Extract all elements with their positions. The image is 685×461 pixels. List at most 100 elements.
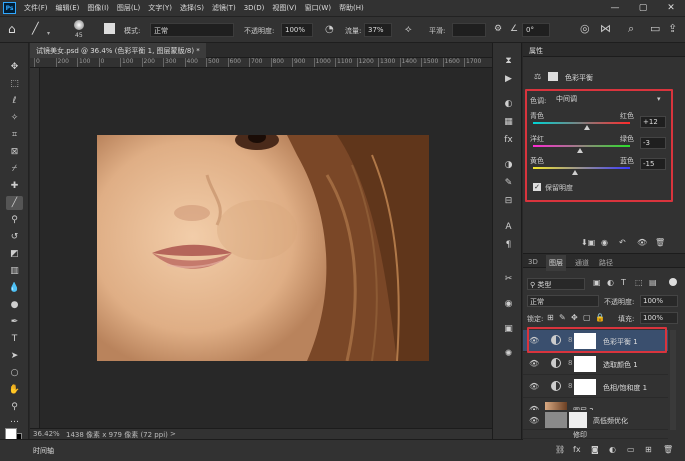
new-adjustment-icon[interactable]: ◐ (609, 445, 616, 454)
dodge-tool-icon[interactable]: ● (6, 298, 23, 312)
filter-adjust-icon[interactable]: ◐ (607, 278, 614, 287)
frame-tool-icon[interactable]: ⊠ (6, 145, 23, 159)
layer-thumbnail[interactable] (545, 412, 567, 428)
layer-mask-thumbnail[interactable] (569, 412, 587, 428)
menu-file[interactable]: 文件(F) (24, 3, 48, 13)
styles-panel-icon[interactable]: fx (502, 134, 515, 147)
opacity-field[interactable]: 100% (281, 23, 313, 37)
paragraph-panel-icon[interactable]: ¶ (502, 239, 515, 252)
search-icon[interactable]: ⌕ (628, 22, 634, 36)
shape-tool-icon[interactable]: ○ (6, 366, 23, 380)
visibility-icon[interactable]: 👁 (637, 238, 647, 247)
info-panel-icon[interactable]: ◉ (502, 298, 515, 311)
workspace-icon[interactable]: ▭ (650, 22, 660, 35)
tab-layers[interactable]: 图层 (546, 255, 566, 271)
menu-window[interactable]: 窗口(W) (305, 3, 331, 13)
pen-tool-icon[interactable]: ✒ (6, 315, 23, 329)
layer-name[interactable]: 选取颜色 1 (603, 360, 638, 370)
path-select-icon[interactable]: ➤ (6, 349, 23, 363)
document-image[interactable] (97, 135, 429, 361)
mask-icon[interactable] (548, 72, 558, 81)
filter-shape-icon[interactable]: ⬚ (635, 278, 643, 287)
history-brush-icon[interactable]: ↺ (6, 230, 23, 244)
reset-icon[interactable]: ↶ (619, 238, 626, 247)
view-previous-icon[interactable]: ◉ (601, 238, 608, 247)
menu-help[interactable]: 帮助(H) (339, 3, 364, 13)
delete-icon[interactable]: 🗑 (655, 238, 665, 247)
close-icon[interactable]: ✕ (657, 0, 685, 16)
blur-tool-icon[interactable]: 💧 (6, 281, 23, 295)
blend-mode-select[interactable]: 正常 (527, 295, 599, 307)
menu-3d[interactable]: 3D(D) (244, 4, 265, 12)
trash-icon[interactable]: 🗑 (663, 445, 673, 454)
brush-panel-icon[interactable]: ✎ (502, 177, 515, 190)
menu-image[interactable]: 图像(I) (87, 3, 109, 13)
tab-channels[interactable]: 通道 (575, 258, 589, 268)
lock-move-icon[interactable]: ✥ (571, 313, 578, 322)
status-menu-arrow[interactable]: > (170, 430, 176, 438)
actions-panel-icon[interactable]: ▶ (502, 73, 515, 86)
tab-3d[interactable]: 3D (528, 258, 538, 266)
layer-row-hue-saturation[interactable]: 👁 8 色相/饱和度 1 (523, 376, 668, 398)
lock-artboard-icon[interactable]: ▢ (583, 313, 591, 322)
layer-row-frequency[interactable]: 👁 高低频优化 (523, 410, 668, 430)
fill-field[interactable]: 100% (640, 312, 678, 324)
mode-select[interactable]: 正常 (150, 23, 234, 37)
healing-brush-icon[interactable]: ✚ (6, 179, 23, 193)
marquee-tool-icon[interactable]: ⬚ (6, 77, 23, 91)
more-tools-icon[interactable]: … (6, 413, 23, 427)
minimize-icon[interactable]: — (601, 0, 629, 16)
menu-type[interactable]: 文字(Y) (148, 3, 172, 13)
libraries-panel-icon[interactable]: ✺ (502, 348, 515, 361)
link-icon[interactable]: 8 (568, 382, 572, 390)
eye-icon[interactable]: 👁 (529, 359, 539, 368)
crop-tool-icon[interactable]: ⌗ (6, 128, 23, 142)
lasso-tool-icon[interactable]: ℓ (6, 94, 23, 108)
menu-view[interactable]: 视图(V) (272, 3, 296, 13)
layer-name[interactable]: 色相/饱和度 1 (603, 383, 647, 393)
pressure-size-icon[interactable]: ◎ (580, 22, 590, 35)
magic-wand-icon[interactable]: ✧ (6, 111, 23, 125)
layer-row-retouch[interactable]: 修印 (523, 430, 668, 439)
timeline-tab[interactable]: 时间轴 (33, 446, 54, 456)
layer-name[interactable]: 高低频优化 (593, 416, 628, 426)
document-tab[interactable]: 试镜美女.psd @ 36.4% (色彩平衡 1, 图层蒙版/8) * (30, 43, 206, 58)
brush-tool-icon[interactable]: ╱ (32, 22, 39, 35)
gradient-icon[interactable]: ▥ (6, 264, 23, 278)
tab-paths[interactable]: 路径 (599, 258, 613, 268)
properties-title[interactable]: 属性 (529, 46, 543, 56)
layer-mask-thumbnail[interactable] (574, 356, 596, 372)
layer-opacity-field[interactable]: 100% (640, 295, 678, 307)
home-icon[interactable]: ⌂ (8, 22, 16, 36)
brush-settings-icon[interactable] (104, 23, 115, 34)
adjustments-panel-icon[interactable]: ◑ (502, 159, 515, 172)
history-panel-icon[interactable]: ⧗ (502, 55, 515, 68)
menu-select[interactable]: 选择(S) (180, 3, 204, 13)
link-icon[interactable]: 8 (568, 359, 572, 367)
angle-field[interactable]: 0° (522, 23, 550, 37)
layer-row-selective-color[interactable]: 👁 8 选取颜色 1 (523, 353, 668, 375)
navigator-panel-icon[interactable]: ▣ (502, 323, 515, 336)
gear-icon[interactable]: ⚙ (494, 24, 502, 34)
fx-icon[interactable]: fx (573, 445, 581, 454)
new-layer-icon[interactable]: ⊞ (645, 445, 652, 454)
layer-mask-thumbnail[interactable] (574, 379, 596, 395)
angle-icon[interactable]: ∠ (510, 24, 518, 34)
brush-preview-icon[interactable] (74, 20, 84, 30)
lock-pixels-icon[interactable]: ⊞ (547, 313, 554, 322)
airbrush-icon[interactable]: ⟡ (405, 24, 412, 35)
character-panel-icon[interactable]: A (502, 221, 515, 234)
tools-preset-icon[interactable]: ✂ (502, 273, 515, 286)
layers-scrollbar[interactable] (670, 330, 676, 430)
chevron-down-icon[interactable]: ▾ (47, 30, 50, 37)
eye-icon[interactable]: 👁 (529, 416, 539, 425)
layer-filter-select[interactable]: ⚲ 类型 (527, 278, 585, 290)
flow-field[interactable]: 37% (364, 23, 392, 37)
eraser-icon[interactable]: ◩ (6, 247, 23, 261)
link-layers-icon[interactable]: ⛓ (555, 445, 565, 454)
smooth-field[interactable] (452, 23, 486, 37)
swatches-panel-icon[interactable]: ▦ (502, 116, 515, 129)
zoom-tool-icon[interactable]: ⚲ (6, 400, 23, 414)
lock-paint-icon[interactable]: ✎ (559, 313, 566, 322)
menu-layer[interactable]: 图层(L) (117, 3, 140, 13)
